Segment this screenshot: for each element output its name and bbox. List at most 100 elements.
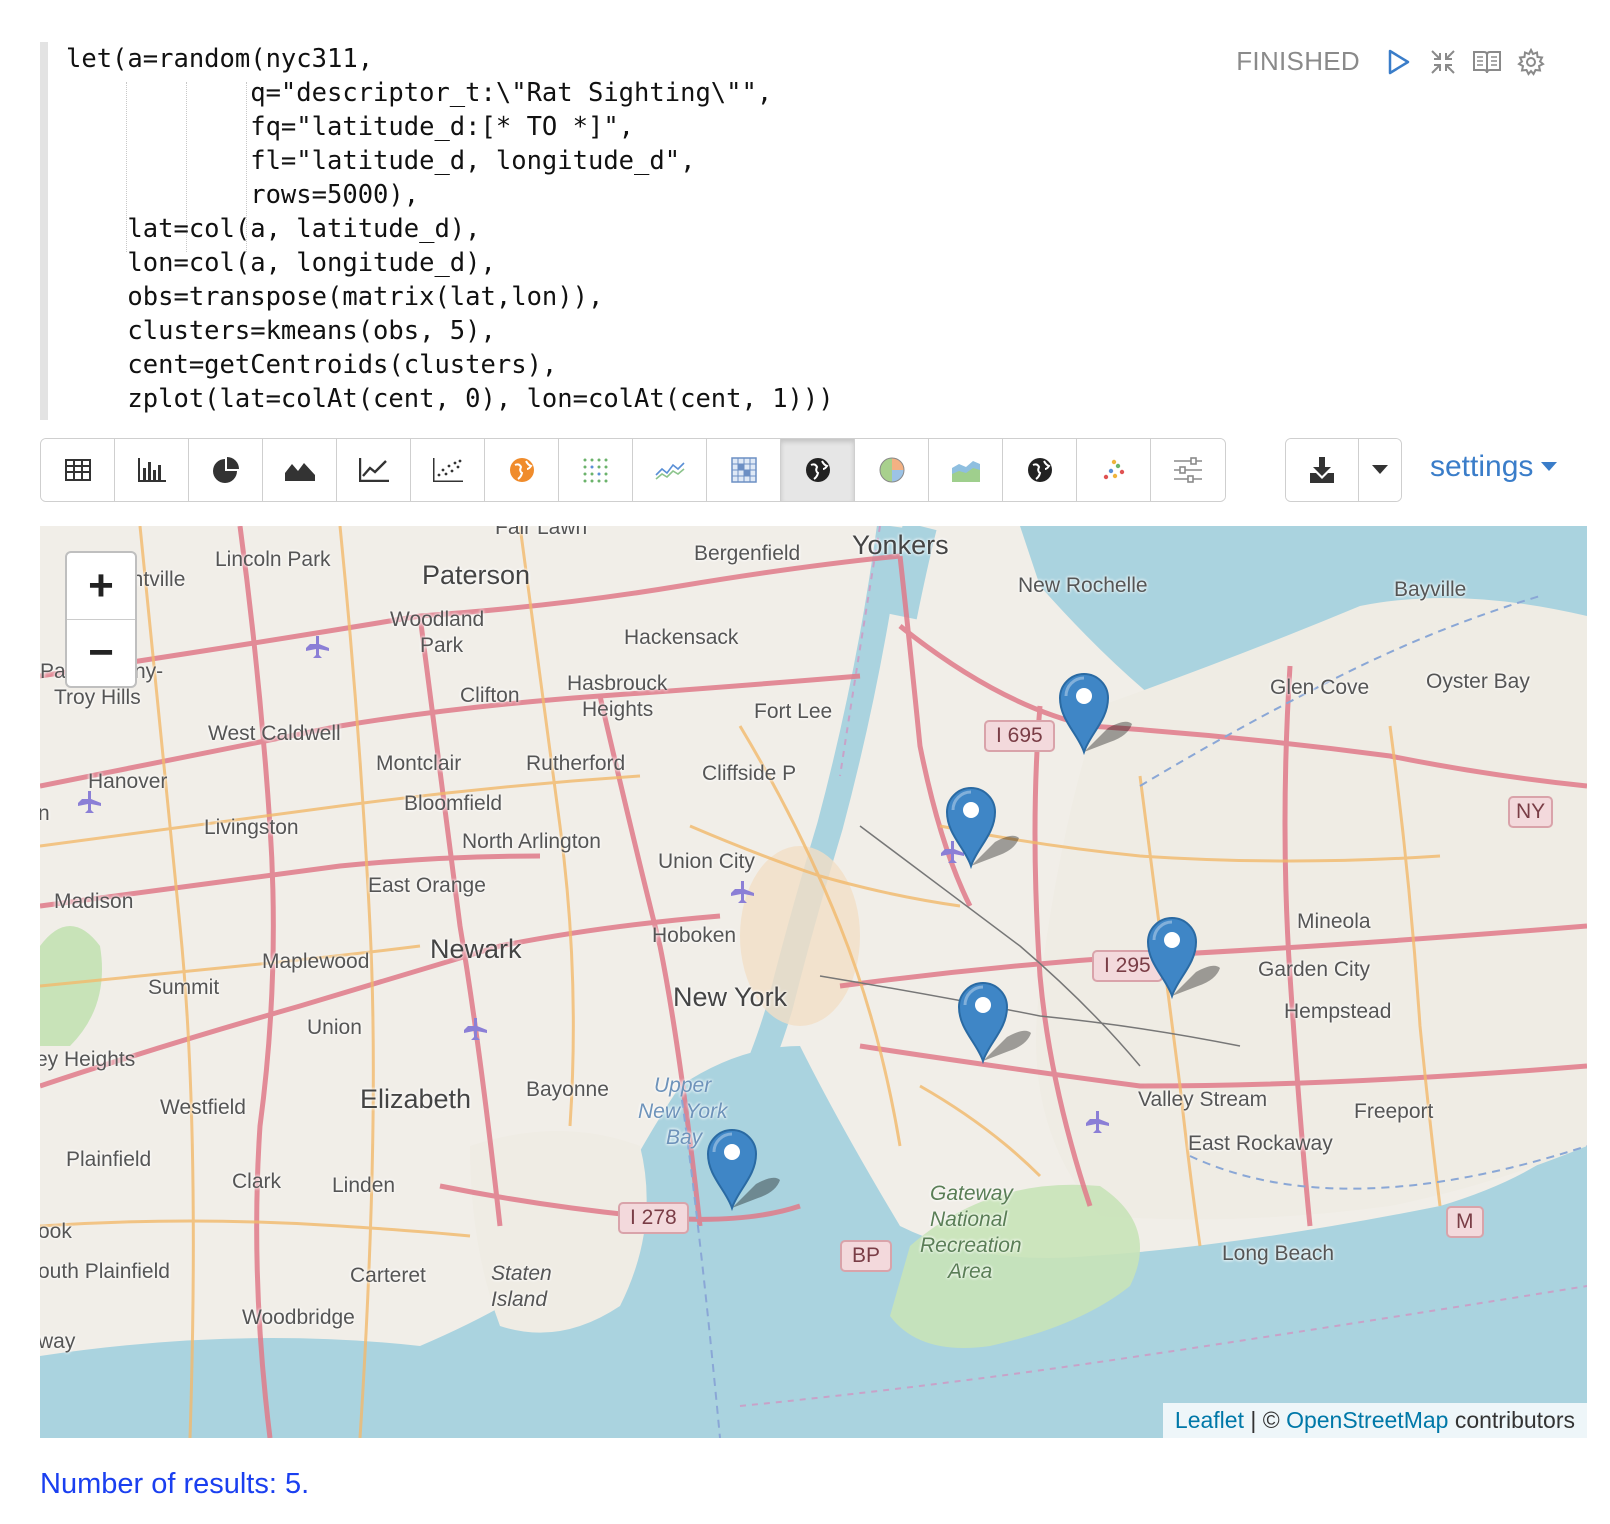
place-label: ook [40, 1220, 72, 1243]
place-label: Staten [491, 1262, 552, 1285]
place-label: West Caldwell [208, 722, 341, 745]
osm-link[interactable]: OpenStreetMap [1286, 1407, 1448, 1433]
place-label: Rutherford [526, 752, 626, 775]
place-label: Carteret [350, 1264, 426, 1287]
dots-grid-button[interactable] [559, 439, 633, 501]
scatter-chart-icon [432, 458, 463, 482]
caret-down-icon [1541, 462, 1558, 471]
place-label: New Rochelle [1018, 574, 1148, 597]
place-label: Gateway [930, 1182, 1013, 1205]
place-label: Woodbridge [242, 1306, 355, 1329]
book-icon[interactable] [1472, 47, 1502, 77]
code-line: lat=col(a, latitude_d), [66, 214, 481, 244]
area-chart-icon [284, 463, 315, 481]
sparkline-icon [654, 462, 685, 480]
map-globe-icon [805, 458, 830, 482]
place-label: Union City [658, 850, 755, 873]
map-marker[interactable] [1056, 668, 1132, 756]
map-marker[interactable] [955, 977, 1032, 1065]
place-label: Island [491, 1288, 548, 1311]
place-label: Hackensack [624, 626, 739, 649]
place-label: Yonkers [852, 530, 949, 560]
orange-globe-icon [509, 458, 534, 482]
place-label: Glen Cove [1270, 676, 1370, 699]
leaflet-link[interactable]: Leaflet [1175, 1407, 1244, 1433]
map-view[interactable]: Yonkers Paterson Bergenfield Fair Lawn L… [40, 526, 1587, 1438]
globe-icon [1027, 458, 1052, 482]
settings-label: settings [1430, 450, 1534, 483]
place-label: Pa [40, 660, 66, 683]
download-dropdown-button[interactable] [1358, 439, 1401, 501]
table-icon [64, 459, 91, 481]
pie-color-icon [879, 457, 904, 483]
results-count: Number of results: 5. [40, 1468, 310, 1500]
place-label: Lincoln Park [215, 548, 331, 571]
place-label: Oyster Bay [1426, 670, 1530, 693]
code-line: lon=col(a, longitude_d), [66, 248, 496, 278]
attribution-suffix: contributors [1448, 1407, 1575, 1433]
download-icon [1310, 457, 1334, 483]
place-label: East Orange [368, 874, 486, 897]
place-label: New York [673, 982, 788, 1012]
code-text[interactable]: let(a=random(nyc311, q="descriptor_t:\"R… [66, 42, 834, 416]
caret-down-icon [1372, 465, 1388, 474]
place-label: Area [948, 1260, 993, 1283]
run-icon[interactable] [1384, 47, 1414, 77]
code-editor[interactable]: let(a=random(nyc311, q="descriptor_t:\"R… [40, 42, 1148, 420]
place-label: East Rockaway [1188, 1132, 1333, 1155]
code-line: fq="latitude_d:[* TO *]", [66, 112, 635, 142]
code-line: clusters=kmeans(obs, 5), [66, 316, 496, 346]
place-label: Mineola [1297, 910, 1371, 933]
place-label: Bay [666, 1126, 703, 1149]
code-line: let(a=random(nyc311, [66, 44, 374, 74]
area-color-button[interactable] [929, 439, 1003, 501]
place-label: Cliffside P [702, 762, 797, 785]
pie-color-button[interactable] [855, 439, 929, 501]
line-chart-icon [358, 458, 389, 482]
collapse-icon[interactable] [1428, 47, 1458, 77]
sparkline-button[interactable] [633, 439, 707, 501]
gear-icon[interactable] [1516, 47, 1546, 77]
place-label: ey Heights [40, 1048, 136, 1071]
map-marker[interactable] [943, 782, 1019, 870]
settings-dropdown[interactable]: settings [1430, 450, 1558, 484]
map-tiles [40, 526, 1587, 1438]
place-label: Woodland [390, 608, 485, 631]
heatmap-button[interactable] [707, 439, 781, 501]
place-label: Summit [148, 976, 220, 999]
line-chart-button[interactable] [337, 439, 411, 501]
zoom-control: + − [65, 551, 137, 688]
place-label: Hasbrouck [567, 672, 668, 695]
area-chart-button[interactable] [263, 439, 337, 501]
pie-chart-icon [212, 457, 239, 483]
scatter-chart-button[interactable] [411, 439, 485, 501]
table-button[interactable] [41, 439, 115, 501]
orange-globe-button[interactable] [485, 439, 559, 501]
zoom-in-button[interactable]: + [67, 553, 135, 620]
place-label: outh Plainfield [40, 1260, 170, 1283]
visualization-toolbar [40, 438, 1226, 502]
map-marker[interactable] [704, 1124, 780, 1212]
place-label: Newark [430, 934, 522, 964]
scatter-color-button[interactable] [1077, 439, 1151, 501]
place-label: New York [638, 1100, 728, 1123]
pie-chart-button[interactable] [189, 439, 263, 501]
zoom-out-button[interactable]: − [67, 620, 135, 686]
place-label: n [40, 802, 50, 825]
map-marker[interactable] [1144, 912, 1220, 1000]
place-label: National [930, 1208, 1008, 1231]
dots-grid-icon [583, 458, 607, 483]
globe-button[interactable] [1003, 439, 1077, 501]
bar-chart-icon [137, 458, 166, 482]
place-label: Heights [582, 698, 654, 721]
place-label: Fort Lee [754, 700, 833, 723]
map-globe-button[interactable] [781, 439, 855, 501]
download-button[interactable] [1286, 439, 1358, 501]
code-line: obs=transpose(matrix(lat,lon)), [66, 282, 604, 312]
bar-chart-button[interactable] [115, 439, 189, 501]
place-label: Maplewood [262, 950, 370, 973]
highway-shield: I 278 [618, 1202, 689, 1234]
place-label: Bergenfield [694, 542, 801, 565]
sliders-button[interactable] [1151, 439, 1225, 501]
place-label: Hoboken [652, 924, 737, 947]
